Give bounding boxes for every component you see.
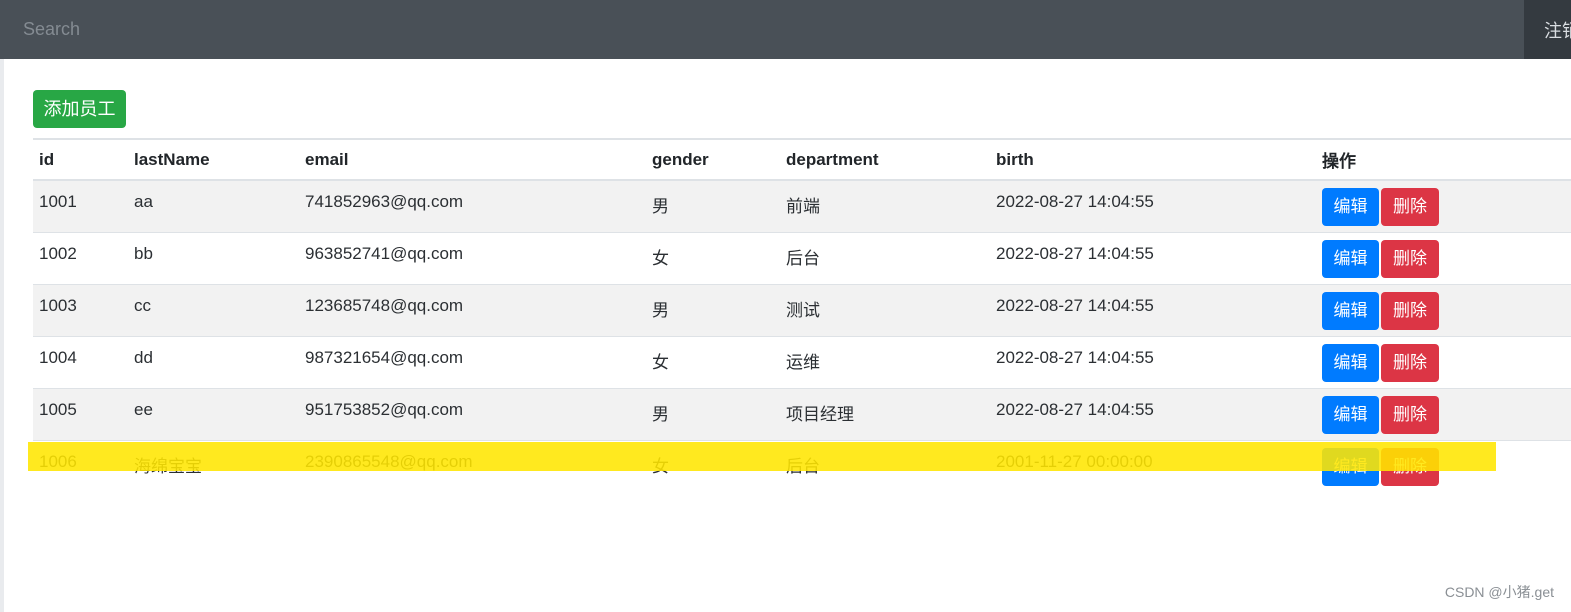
cell-gender: 女 — [646, 335, 780, 388]
watermark: CSDN @小猪.get — [1444, 584, 1554, 600]
cell-department: 项目经理 — [780, 387, 990, 440]
cell-lastname: aa — [128, 179, 299, 232]
cell-department: 运维 — [780, 335, 990, 388]
cell-actions: 编辑 删除 — [1316, 335, 1571, 388]
cell-birth: 2001-11-27 00:00:00 — [990, 439, 1316, 492]
cell-birth: 2022-08-27 14:04:55 — [990, 387, 1316, 440]
cell-actions: 编辑 删除 — [1316, 439, 1571, 492]
cell-gender: 男 — [646, 387, 780, 440]
delete-button[interactable]: 删除 — [1381, 395, 1439, 434]
column-header-gender: gender — [646, 138, 780, 181]
cell-birth: 2022-08-27 14:04:55 — [990, 283, 1316, 336]
cell-department: 前端 — [780, 179, 990, 232]
cell-department: 后台 — [780, 231, 990, 284]
column-header-id: id — [33, 138, 128, 181]
cell-email: 123685748@qq.com — [299, 283, 646, 336]
table-row: 1002 bb 963852741@qq.com 女 后台 2022-08-27… — [33, 231, 1571, 284]
cell-email: 987321654@qq.com — [299, 335, 646, 388]
signout-area: 注销 — [1524, 0, 1571, 59]
cell-lastname: ee — [128, 387, 299, 440]
cell-birth: 2022-08-27 14:04:55 — [990, 335, 1316, 388]
cell-id: 1001 — [33, 179, 128, 232]
cell-actions: 编辑 删除 — [1316, 231, 1571, 284]
table-header-row: id lastName email gender department birt… — [33, 138, 1571, 181]
cell-department: 后台 — [780, 439, 990, 492]
employee-table: id lastName email gender department birt… — [33, 138, 1571, 492]
cell-id: 1006 — [33, 439, 128, 492]
delete-button[interactable]: 删除 — [1381, 239, 1439, 278]
cell-lastname: cc — [128, 283, 299, 336]
cell-actions: 编辑 删除 — [1316, 179, 1571, 232]
table-row: 1001 aa 741852963@qq.com 男 前端 2022-08-27… — [33, 179, 1571, 232]
cell-gender: 女 — [646, 439, 780, 492]
cell-gender: 女 — [646, 231, 780, 284]
cell-birth: 2022-08-27 14:04:55 — [990, 231, 1316, 284]
cell-id: 1004 — [33, 335, 128, 388]
table-row: 1005 ee 951753852@qq.com 男 项目经理 2022-08-… — [33, 387, 1571, 440]
cell-lastname: bb — [128, 231, 299, 284]
delete-button[interactable]: 删除 — [1381, 188, 1439, 226]
signout-link[interactable]: 注销 — [1544, 17, 1571, 43]
cell-gender: 男 — [646, 283, 780, 336]
cell-email: 741852963@qq.com — [299, 179, 646, 232]
column-header-department: department — [780, 138, 990, 181]
cell-email: 2390865548@qq.com — [299, 439, 646, 492]
edit-button[interactable]: 编辑 — [1322, 343, 1379, 382]
edit-button[interactable]: 编辑 — [1322, 447, 1379, 486]
cell-email: 963852741@qq.com — [299, 231, 646, 284]
column-header-actions: 操作 — [1316, 138, 1571, 181]
cell-email: 951753852@qq.com — [299, 387, 646, 440]
column-header-birth: birth — [990, 138, 1316, 181]
table-row: 1004 dd 987321654@qq.com 女 运维 2022-08-27… — [33, 335, 1571, 388]
top-navbar: 注销 — [0, 0, 1571, 59]
cell-birth: 2022-08-27 14:04:55 — [990, 179, 1316, 232]
delete-button[interactable]: 删除 — [1381, 343, 1439, 382]
cell-id: 1002 — [33, 231, 128, 284]
cell-department: 测试 — [780, 283, 990, 336]
cell-id: 1005 — [33, 387, 128, 440]
cell-actions: 编辑 删除 — [1316, 387, 1571, 440]
cell-actions: 编辑 删除 — [1316, 283, 1571, 336]
cell-gender: 男 — [646, 179, 780, 232]
search-input[interactable] — [4, 0, 1524, 59]
add-employee-button[interactable]: 添加员工 — [33, 90, 126, 128]
delete-button[interactable]: 删除 — [1381, 291, 1439, 330]
edit-button[interactable]: 编辑 — [1322, 395, 1379, 434]
table-row: 1006 海绵宝宝 2390865548@qq.com 女 后台 2001-11… — [33, 439, 1571, 492]
edit-button[interactable]: 编辑 — [1322, 291, 1379, 330]
cell-lastname: dd — [128, 335, 299, 388]
edit-button[interactable]: 编辑 — [1322, 188, 1379, 226]
page-left-edge — [0, 0, 4, 612]
cell-lastname: 海绵宝宝 — [128, 439, 299, 492]
delete-button[interactable]: 删除 — [1381, 447, 1439, 486]
table-row: 1003 cc 123685748@qq.com 男 测试 2022-08-27… — [33, 283, 1571, 336]
edit-button[interactable]: 编辑 — [1322, 239, 1379, 278]
cell-id: 1003 — [33, 283, 128, 336]
column-header-email: email — [299, 138, 646, 181]
column-header-lastname: lastName — [128, 138, 299, 181]
